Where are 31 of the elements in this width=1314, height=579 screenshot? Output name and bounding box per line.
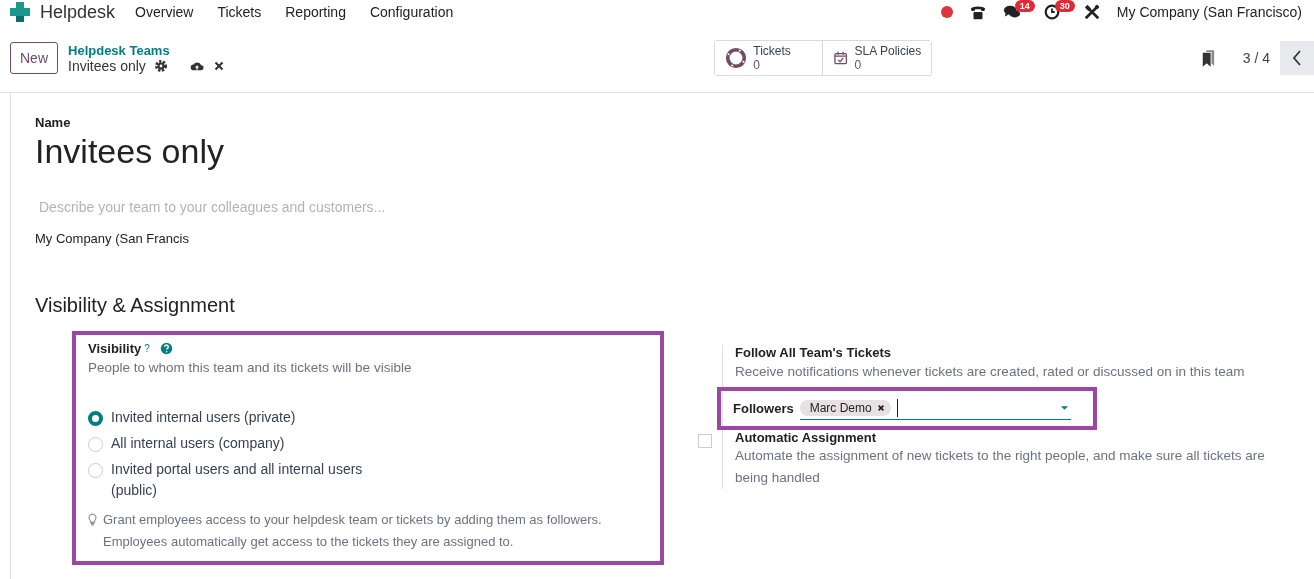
setting-description: Automate the assignment of new tickets to the right people, and make sure all tickets are being handled [735,447,1266,487]
record-name: Invitees only [68,57,146,74]
menu-item[interactable]: Reporting [285,4,346,20]
tooltip-mark[interactable]: ? [144,343,150,354]
section-title: Visibility & Assignment [35,294,236,317]
field-label: Name [35,115,72,130]
setting-label: Follow All Team's Tickets [735,345,892,360]
company-switcher[interactable]: My Company (San Francisco) [1116,4,1302,20]
pager-counter[interactable]: 3 / 4 [1242,50,1270,66]
field-label: Followers [733,401,794,416]
app-name[interactable]: Helpdesk [40,1,116,23]
menu-item[interactable]: Configuration [369,4,454,20]
tag-name: Marc Demo [809,401,872,415]
field-description: People to whom this team and its tickets will be visible [88,360,413,375]
company-field[interactable]: My Company (San Francis [35,231,1314,246]
hint-text: Grant employees access to your helpdesk team or tickets by adding them as followers. Employees automatically get access to the tickets they are assigned to. [103,511,603,551]
activity-count-badge: 30 [1054,0,1075,12]
followers-field[interactable]: Marc Demo [799,397,1071,420]
breadcrumb-link[interactable]: Helpdesk Teams [68,42,226,58]
radio-label[interactable]: Invited internal users (private) [111,407,381,428]
field-label: Visibility [88,341,142,356]
setting-label: Automatic Assignment [735,430,878,445]
radio-label[interactable]: All internal users (company) [111,433,381,454]
new-button[interactable]: New [10,42,58,74]
menu-item[interactable]: Tickets [217,4,262,20]
message-count-badge: 14 [1014,0,1035,12]
team-name-field[interactable]: Invitees only [35,132,1314,171]
radio-label[interactable]: Invited portal users and all internal users (public) [111,459,381,501]
setting-description: Receive notifications whenever tickets are created, rated or discussed on in this team [735,364,1246,379]
smart-button[interactable]: Tickets 0 [715,41,824,75]
menu-item[interactable]: Overview [135,4,194,20]
